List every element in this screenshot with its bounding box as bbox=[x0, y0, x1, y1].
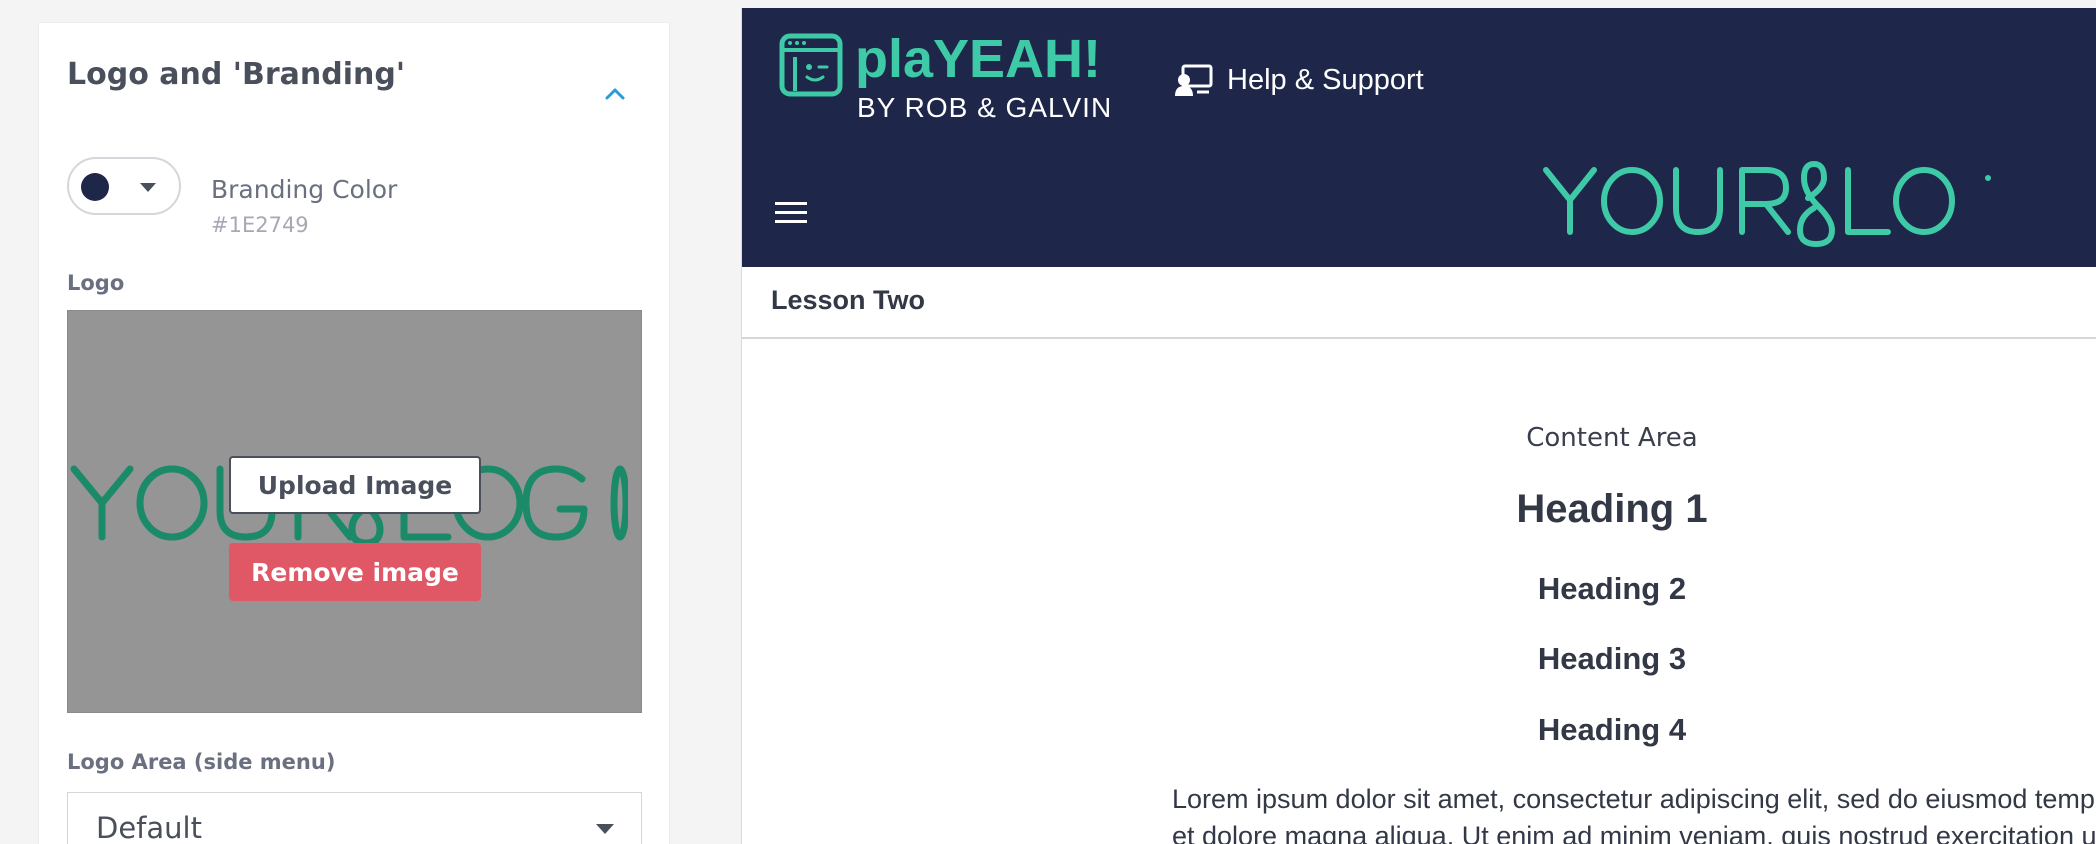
caret-down-icon bbox=[140, 183, 156, 192]
logo-area-selected-value: Default bbox=[96, 811, 202, 844]
lesson-title: Lesson Two bbox=[771, 285, 926, 315]
help-support-link[interactable]: Help & Support bbox=[1175, 60, 1424, 100]
panel-title: Logo and 'Branding' bbox=[67, 57, 405, 92]
branding-settings-panel: Logo and 'Branding' Branding Color #1E27… bbox=[38, 22, 670, 844]
heading-1: Heading 1 bbox=[1516, 487, 1708, 531]
body-paragraph: Lorem ipsum dolor sit amet, consectetur … bbox=[1172, 781, 2096, 844]
logo-area-label: Logo Area (side menu) bbox=[67, 750, 336, 774]
brand-name: plaYEAH! bbox=[855, 29, 1102, 89]
logo-label: Logo bbox=[67, 271, 125, 295]
logo-area-select[interactable]: Default bbox=[67, 792, 642, 844]
color-swatch bbox=[81, 173, 109, 201]
app-preview: plaYEAH! BY ROB & GALVIN Help & Support bbox=[741, 8, 2096, 844]
hamburger-menu-icon[interactable] bbox=[775, 200, 807, 226]
heading-3: Heading 3 bbox=[1537, 641, 1687, 676]
brand-tagline: BY ROB & GALVIN bbox=[857, 92, 1113, 123]
content-area: Content Area Heading 1 Heading 2 Heading… bbox=[742, 341, 2096, 844]
branding-color-picker[interactable] bbox=[67, 157, 181, 215]
lesson-title-bar: Lesson Two bbox=[742, 267, 2096, 339]
caret-down-icon bbox=[596, 824, 614, 834]
branding-color-label: Branding Color bbox=[211, 175, 398, 204]
body-line: Lorem ipsum dolor sit amet, consectetur … bbox=[1172, 784, 2095, 814]
support-icon bbox=[1175, 64, 1213, 96]
body-line: et dolore magna aliqua. Ut enim ad minim… bbox=[1172, 821, 2096, 844]
logo-upload-area: Upload Image Remove image bbox=[67, 310, 642, 713]
heading-2: Heading 2 bbox=[1537, 571, 1687, 606]
your-logo-image bbox=[1543, 161, 1991, 247]
playeah-face-icon bbox=[779, 33, 843, 97]
preview-header: plaYEAH! BY ROB & GALVIN Help & Support bbox=[742, 8, 2096, 267]
upload-image-button[interactable]: Upload Image bbox=[229, 456, 481, 514]
branding-color-hex: #1E2749 bbox=[211, 213, 309, 237]
heading-4: Heading 4 bbox=[1537, 712, 1687, 747]
chevron-up-icon[interactable] bbox=[604, 83, 626, 105]
content-area-label: Content Area bbox=[1526, 423, 1698, 453]
help-support-label: Help & Support bbox=[1227, 63, 1424, 96]
remove-image-button[interactable]: Remove image bbox=[229, 543, 481, 601]
